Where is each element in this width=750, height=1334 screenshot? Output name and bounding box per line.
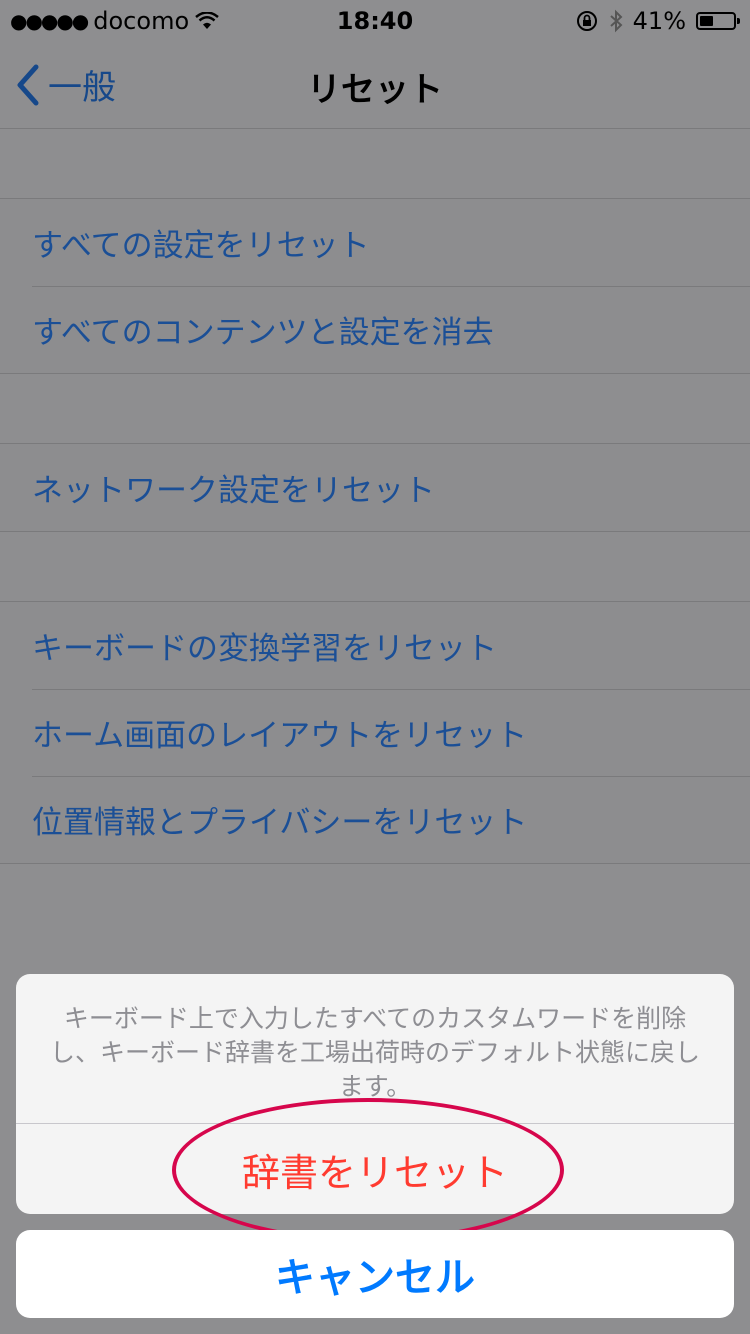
reset-network-settings[interactable]: ネットワーク設定をリセット [0, 444, 750, 531]
reset-location-privacy[interactable]: 位置情報とプライバシーをリセット [0, 776, 750, 863]
reset-all-settings-label: すべての設定をリセット [32, 228, 370, 264]
battery-percent: 41% [632, 7, 686, 35]
battery-fill [700, 16, 713, 26]
reset-group-3: キーボードの変換学習をリセット ホーム画面のレイアウトをリセット 位置情報とプラ… [0, 601, 750, 864]
bluetooth-icon [609, 9, 623, 33]
status-bar: ●●●●● docomo 18:40 41% [0, 0, 750, 40]
reset-group-2: ネットワーク設定をリセット [0, 443, 750, 532]
navigation-bar: 一般 リセット [0, 40, 750, 129]
reset-keyboard-dictionary-label: キーボードの変換学習をリセット [32, 631, 497, 667]
erase-all-content-and-settings[interactable]: すべてのコンテンツと設定を消去 [0, 286, 750, 373]
erase-all-content-label: すべてのコンテンツと設定を消去 [32, 315, 494, 351]
rotation-lock-icon [576, 11, 597, 31]
reset-network-settings-label: ネットワーク設定をリセット [32, 473, 435, 509]
cancel-button[interactable]: キャンセル [16, 1230, 734, 1318]
reset-location-privacy-label: 位置情報とプライバシーをリセット [32, 805, 528, 841]
page-title: リセット [307, 70, 443, 110]
status-right: 41% [575, 7, 740, 35]
reset-group-1: すべての設定をリセット すべてのコンテンツと設定を消去 [0, 198, 750, 374]
reset-keyboard-dictionary[interactable]: キーボードの変換学習をリセット [0, 602, 750, 689]
action-sheet-message: キーボード上で入力したすべてのカスタムワードを削除し、キーボード辞書を工場出荷時… [16, 974, 734, 1124]
battery-icon [696, 12, 740, 30]
reset-all-settings[interactable]: すべての設定をリセット [0, 199, 750, 286]
action-sheet: キーボード上で入力したすべてのカスタムワードを削除し、キーボード辞書を工場出荷時… [16, 974, 734, 1214]
reset-dictionary-button[interactable]: 辞書をリセット [16, 1124, 734, 1214]
reset-home-screen-layout-label: ホーム画面のレイアウトをリセット [32, 718, 528, 754]
reset-home-screen-layout[interactable]: ホーム画面のレイアウトをリセット [0, 689, 750, 776]
